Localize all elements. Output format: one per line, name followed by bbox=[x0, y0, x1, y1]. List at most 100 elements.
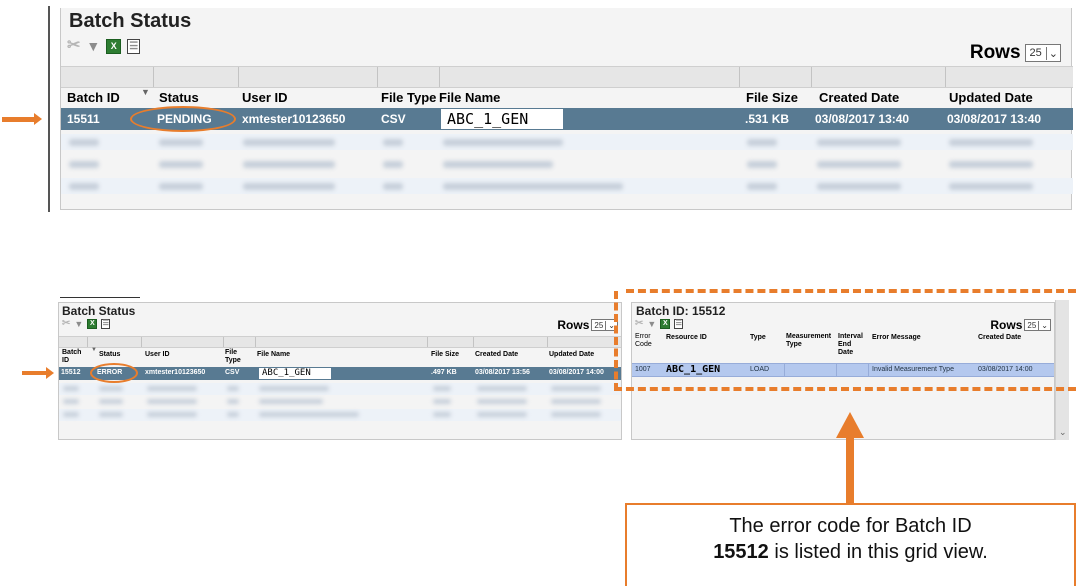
cell-user-id: xmtester10123650 bbox=[242, 112, 346, 126]
error-toolbar: ✂ ▼ X ☰ bbox=[635, 319, 684, 329]
col-header-user-id[interactable]: User ID bbox=[145, 351, 170, 358]
excel-export-icon[interactable]: X bbox=[87, 319, 98, 329]
cell-updated-date: 03/08/2017 14:00 bbox=[549, 369, 604, 376]
clear-filter-icon[interactable]: ✂ bbox=[62, 319, 70, 329]
cell-file-type: CSV bbox=[225, 369, 240, 376]
cell-created-date: 03/08/2017 13:56 bbox=[475, 369, 530, 376]
col-header-created-date[interactable]: Created Date bbox=[819, 90, 899, 105]
rows-select[interactable]: 25 ⌄ bbox=[1024, 319, 1051, 331]
col-header-measurement-type[interactable]: Measurement Type bbox=[786, 333, 831, 349]
error-rows-selector: Rows 25 ⌄ bbox=[990, 318, 1051, 332]
callout-line-2-text: is listed in this grid view. bbox=[768, 541, 988, 563]
excel-export-icon[interactable]: X bbox=[660, 319, 671, 329]
table-row-selected[interactable]: 15512 ERROR xmtester10123650 CSV ABC_1_G… bbox=[59, 367, 621, 380]
col-header-user-id[interactable]: User ID bbox=[242, 90, 288, 105]
col-header-file-name[interactable]: File Name bbox=[439, 90, 500, 105]
sort-icon[interactable]: ▼ bbox=[91, 347, 97, 353]
chevron-down-icon: ⌄ bbox=[1045, 46, 1060, 60]
top-rows-selector: Rows 25 ⌄ bbox=[970, 42, 1061, 64]
excel-export-icon[interactable]: X bbox=[106, 38, 122, 54]
col-header-file-size[interactable]: File Size bbox=[746, 90, 798, 105]
error-panel-title: Batch ID: 15512 bbox=[636, 304, 726, 318]
col-header-file-name[interactable]: File Name bbox=[257, 351, 290, 358]
top-panel-title: Batch Status bbox=[69, 10, 192, 32]
table-row-blurred[interactable] bbox=[59, 409, 621, 421]
col-header-file-type[interactable]: File Type bbox=[381, 90, 436, 105]
filter-icon[interactable]: ▼ bbox=[647, 319, 656, 329]
rows-label: Rows bbox=[557, 318, 590, 332]
rows-value: 25 bbox=[1027, 320, 1037, 330]
status-highlight-circle bbox=[130, 106, 236, 132]
bottom-batch-status-panel: Batch Status ✂ ▼ X ☰ Rows 25 ⌄ Batch ID … bbox=[58, 302, 622, 440]
col-header-batch-id[interactable]: Batch ID bbox=[62, 349, 81, 365]
cell-file-size: .531 KB bbox=[745, 112, 790, 126]
scrollbar[interactable]: ⌄ bbox=[1055, 300, 1069, 440]
table-row-blurred[interactable] bbox=[61, 178, 1073, 194]
rows-label: Rows bbox=[969, 42, 1021, 63]
col-header-interval-end-date[interactable]: Interval End Date bbox=[838, 333, 863, 357]
col-header-status[interactable]: Status bbox=[159, 90, 199, 105]
chevron-down-icon: ⌄ bbox=[1038, 320, 1050, 330]
sort-icon[interactable]: ▼ bbox=[141, 87, 150, 97]
col-header-resource-id[interactable]: Resource ID bbox=[666, 334, 707, 341]
col-header-status[interactable]: Status bbox=[99, 351, 120, 358]
filter-icon[interactable]: ▼ bbox=[74, 319, 83, 329]
bottom-panel-title: Batch Status bbox=[62, 304, 136, 318]
col-header-updated-date[interactable]: Updated Date bbox=[549, 351, 594, 358]
col-header-type[interactable]: Type bbox=[750, 334, 766, 341]
cell-error-message: Invalid Measurement Type bbox=[872, 366, 954, 373]
column-chooser-icon[interactable]: ☰ bbox=[674, 319, 684, 329]
bottom-filter-row bbox=[59, 336, 621, 348]
clear-filter-icon[interactable]: ✂ bbox=[635, 319, 643, 329]
rows-value: 25 bbox=[1029, 47, 1042, 59]
cell-file-type: CSV bbox=[381, 112, 406, 126]
cell-file-name: ABC_1_GEN bbox=[259, 368, 331, 379]
col-header-error-code[interactable]: Error Code bbox=[635, 333, 652, 349]
top-toolbar: ✂ ▼ X ☰ bbox=[67, 38, 141, 54]
pointer-arrow-up bbox=[836, 412, 864, 438]
dashed-highlight-bottom bbox=[614, 387, 1076, 391]
col-header-error-message[interactable]: Error Message bbox=[872, 334, 921, 341]
table-row-blurred[interactable] bbox=[61, 134, 1073, 150]
bottom-rows-selector: Rows 25 ⌄ bbox=[557, 318, 618, 332]
callout-line-2: 15512 is listed in this grid view. bbox=[627, 539, 1074, 565]
table-row-error[interactable]: 1007 ABC_1_GEN LOAD Invalid Measurement … bbox=[632, 363, 1054, 377]
cell-resource-id: ABC_1_GEN bbox=[666, 364, 721, 375]
col-header-updated-date[interactable]: Updated Date bbox=[949, 90, 1033, 105]
cell-created-date: 03/08/2017 14:00 bbox=[978, 366, 1033, 373]
column-chooser-icon[interactable]: ☰ bbox=[101, 319, 111, 329]
col-header-created-date[interactable]: Created Date bbox=[475, 351, 518, 358]
callout-box: The error code for Batch ID 15512 is lis… bbox=[625, 503, 1076, 586]
column-chooser-icon[interactable]: ☰ bbox=[127, 38, 141, 54]
table-row-blurred[interactable] bbox=[61, 156, 1073, 172]
top-left-border bbox=[48, 6, 50, 212]
cell-batch-id: 15512 bbox=[61, 369, 81, 376]
rows-select[interactable]: 25 ⌄ bbox=[1024, 44, 1061, 62]
dashed-highlight-left bbox=[614, 291, 618, 391]
callout-batch-id: 15512 bbox=[713, 541, 769, 563]
status-highlight-circle bbox=[90, 363, 138, 383]
clear-filter-icon[interactable]: ✂ bbox=[67, 38, 80, 54]
cell-error-code: 1007 bbox=[635, 366, 651, 373]
table-row-blurred[interactable] bbox=[59, 396, 621, 408]
cell-file-name: ABC_1_GEN bbox=[441, 109, 563, 129]
top-filter-row bbox=[61, 66, 1073, 88]
rows-value: 25 bbox=[594, 320, 604, 330]
cell-user-id: xmtester10123650 bbox=[145, 369, 206, 376]
table-row-blurred[interactable] bbox=[59, 383, 621, 395]
pointer-arrow-up-shaft bbox=[846, 436, 854, 506]
bottom-toolbar: ✂ ▼ X ☰ bbox=[62, 319, 111, 329]
cell-type: LOAD bbox=[750, 366, 770, 373]
dashed-highlight-top bbox=[626, 289, 1076, 293]
col-header-file-type[interactable]: File Type bbox=[225, 349, 241, 365]
bottom-panel-topline bbox=[60, 297, 140, 298]
rows-label: Rows bbox=[990, 318, 1023, 332]
col-header-file-size[interactable]: File Size bbox=[431, 351, 459, 358]
col-header-batch-id[interactable]: Batch ID bbox=[67, 90, 120, 105]
cell-updated-date: 03/08/2017 13:40 bbox=[947, 112, 1042, 126]
cell-batch-id: 15511 bbox=[67, 112, 100, 126]
col-header-created-date[interactable]: Created Date bbox=[978, 334, 1021, 341]
cell-created-date: 03/08/2017 13:40 bbox=[815, 112, 910, 126]
filter-icon[interactable]: ▼ bbox=[86, 39, 100, 53]
cell-file-size: .497 KB bbox=[431, 369, 457, 376]
